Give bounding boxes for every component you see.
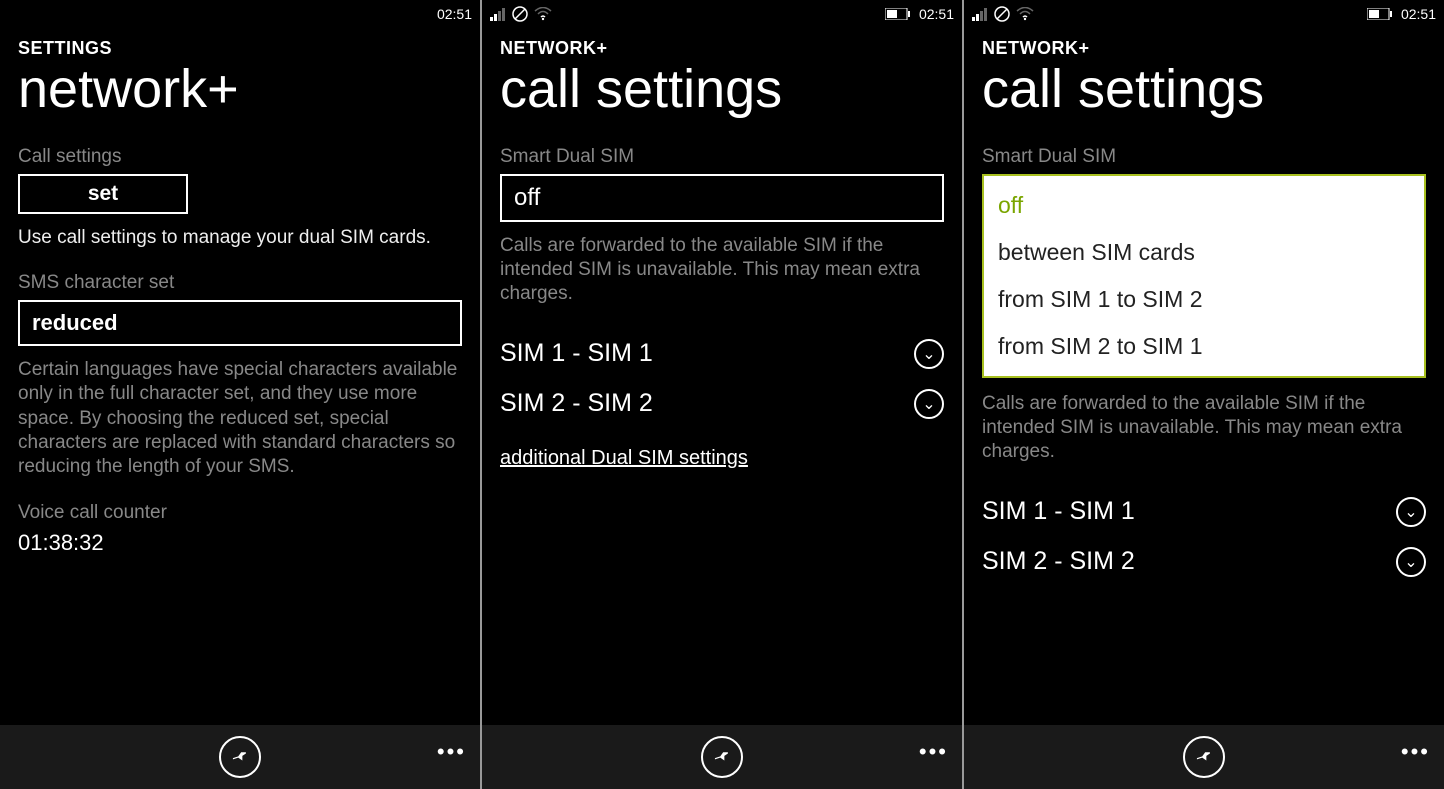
- phone-screen-2: 02:51 NETWORK+ call settings Smart Dual …: [482, 0, 962, 789]
- wifi-icon: [534, 7, 552, 21]
- no-data-icon: [994, 6, 1010, 22]
- dropdown-option-sim2to1[interactable]: from SIM 2 to SIM 1: [984, 323, 1424, 370]
- status-time: 02:51: [437, 6, 472, 22]
- phone-screen-3: 02:51 NETWORK+ call settings Smart Dual …: [964, 0, 1444, 789]
- sms-charset-desc: Certain languages have special character…: [18, 358, 462, 480]
- more-button[interactable]: •••: [437, 739, 466, 765]
- page-title: network+: [18, 61, 462, 118]
- call-settings-desc: Use call settings to manage your dual SI…: [18, 226, 462, 250]
- pin-icon: [712, 747, 732, 767]
- sim1-row[interactable]: SIM 1 - SIM 1 ⌄: [500, 329, 944, 379]
- pin-icon: [230, 747, 250, 767]
- sim1-label: SIM 1 - SIM 1: [500, 339, 653, 368]
- signal-icon: [972, 7, 988, 21]
- status-bar: 02:51: [964, 0, 1444, 28]
- content: NETWORK+ call settings Smart Dual SIM of…: [482, 28, 962, 725]
- call-settings-label: Call settings: [18, 146, 462, 168]
- pin-icon: [1194, 747, 1214, 767]
- smart-dual-sim-dropdown: off between SIM cards from SIM 1 to SIM …: [982, 174, 1426, 378]
- status-bar: 02:51: [0, 0, 480, 28]
- status-time: 02:51: [1401, 6, 1436, 22]
- status-time: 02:51: [919, 6, 954, 22]
- app-bar: •••: [964, 725, 1444, 789]
- sim1-row[interactable]: SIM 1 - SIM 1 ⌄: [982, 487, 1426, 537]
- status-bar: 02:51: [482, 0, 962, 28]
- voice-counter-value: 01:38:32: [18, 530, 462, 556]
- sim2-label: SIM 2 - SIM 2: [500, 389, 653, 418]
- pin-button[interactable]: [219, 736, 261, 778]
- pin-button[interactable]: [701, 736, 743, 778]
- page-title: call settings: [500, 61, 944, 118]
- chevron-down-icon: ⌄: [914, 339, 944, 369]
- sim2-row[interactable]: SIM 2 - SIM 2 ⌄: [500, 379, 944, 429]
- chevron-down-icon: ⌄: [914, 389, 944, 419]
- content: NETWORK+ call settings Smart Dual SIM of…: [964, 28, 1444, 725]
- voice-counter-label: Voice call counter: [18, 502, 462, 524]
- eyebrow: SETTINGS: [18, 38, 462, 59]
- dropdown-option-between[interactable]: between SIM cards: [984, 229, 1424, 276]
- set-button[interactable]: set: [18, 174, 188, 214]
- dropdown-option-sim1to2[interactable]: from SIM 1 to SIM 2: [984, 276, 1424, 323]
- sim1-label: SIM 1 - SIM 1: [982, 497, 1135, 526]
- smart-dual-sim-label: Smart Dual SIM: [500, 146, 944, 168]
- sim2-row[interactable]: SIM 2 - SIM 2 ⌄: [982, 537, 1426, 587]
- smart-dual-sim-desc: Calls are forwarded to the available SIM…: [500, 234, 944, 307]
- more-button[interactable]: •••: [919, 739, 948, 765]
- chevron-down-icon: ⌄: [1396, 497, 1426, 527]
- status-icons: [490, 6, 552, 22]
- eyebrow: NETWORK+: [500, 38, 944, 59]
- smart-dual-sim-select[interactable]: off: [500, 174, 944, 222]
- battery-icon: [885, 8, 911, 20]
- more-button[interactable]: •••: [1401, 739, 1430, 765]
- eyebrow: NETWORK+: [982, 38, 1426, 59]
- page-title: call settings: [982, 61, 1426, 118]
- content: SETTINGS network+ Call settings set Use …: [0, 28, 480, 725]
- additional-settings-link[interactable]: additional Dual SIM settings: [500, 447, 748, 470]
- status-icons: [972, 6, 1034, 22]
- battery-icon: [1367, 8, 1393, 20]
- wifi-icon: [1016, 7, 1034, 21]
- dropdown-option-off[interactable]: off: [984, 182, 1424, 229]
- app-bar: •••: [0, 725, 480, 789]
- no-data-icon: [512, 6, 528, 22]
- chevron-down-icon: ⌄: [1396, 547, 1426, 577]
- sim2-label: SIM 2 - SIM 2: [982, 547, 1135, 576]
- smart-dual-sim-label: Smart Dual SIM: [982, 146, 1426, 168]
- smart-dual-sim-desc: Calls are forwarded to the available SIM…: [982, 392, 1426, 465]
- app-bar: •••: [482, 725, 962, 789]
- phone-screen-1: 02:51 SETTINGS network+ Call settings se…: [0, 0, 480, 789]
- sms-charset-label: SMS character set: [18, 272, 462, 294]
- signal-icon: [490, 7, 506, 21]
- pin-button[interactable]: [1183, 736, 1225, 778]
- sms-charset-select[interactable]: reduced: [18, 300, 462, 346]
